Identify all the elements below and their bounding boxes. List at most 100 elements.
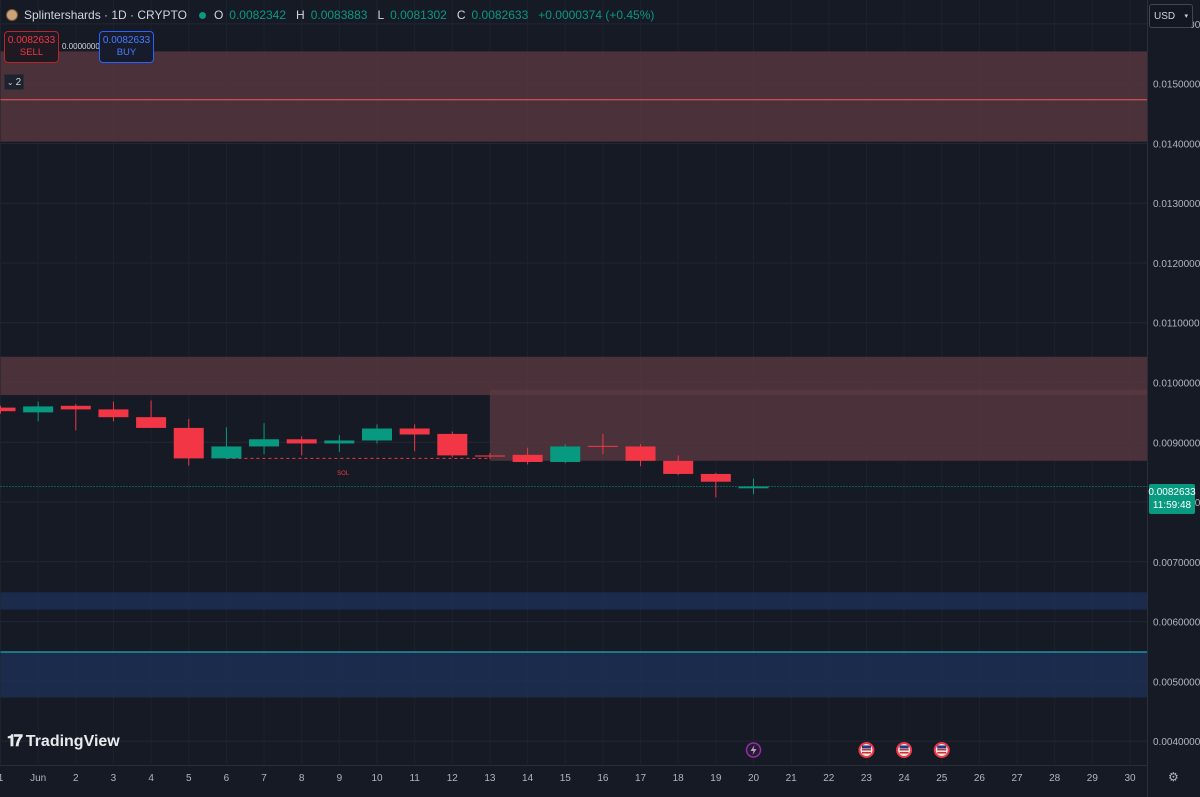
time-tick-label: 20 bbox=[748, 773, 760, 784]
time-tick-label: 14 bbox=[522, 773, 534, 784]
last-price-value: 0.0082633 bbox=[1148, 487, 1196, 498]
demand-zone bbox=[0, 592, 1147, 610]
candle-body bbox=[474, 455, 505, 457]
time-tick-label: 1 bbox=[0, 773, 4, 784]
candle-body bbox=[362, 428, 392, 441]
open-value: 0.0082342 bbox=[229, 8, 287, 22]
price-tick-label: 0.0040000 bbox=[1153, 737, 1200, 748]
candle-body bbox=[211, 446, 242, 459]
candle-body bbox=[98, 409, 129, 418]
flag-canton bbox=[937, 745, 947, 749]
chart-annotation: SOL bbox=[337, 471, 350, 477]
candle-body bbox=[437, 433, 468, 456]
candle-body bbox=[0, 407, 16, 412]
time-tick-label: 3 bbox=[111, 773, 117, 784]
time-tick-label: 19 bbox=[710, 773, 722, 784]
flag-stripe bbox=[861, 749, 871, 751]
time-tick-label: 7 bbox=[261, 773, 267, 784]
time-tick-label: 15 bbox=[560, 773, 572, 784]
price-tick-label: 0.0100000 bbox=[1153, 379, 1200, 390]
time-tick-label: 10 bbox=[371, 773, 383, 784]
demand-zone bbox=[0, 652, 1147, 698]
buy-button[interactable]: 0.0082633 BUY bbox=[99, 31, 154, 63]
candle-body bbox=[60, 405, 91, 410]
bar-countdown: 11:59:48 bbox=[1152, 500, 1192, 511]
flag-canton bbox=[861, 745, 871, 749]
currency-value: USD bbox=[1154, 10, 1176, 22]
time-tick-label: 23 bbox=[861, 773, 873, 784]
candle-body bbox=[700, 473, 731, 482]
supply-zone bbox=[0, 356, 1147, 396]
close-value: 0.0082633 bbox=[471, 8, 529, 22]
price-tick-label: 0.0120000 bbox=[1153, 259, 1200, 270]
candle-body bbox=[663, 460, 694, 474]
sell-button[interactable]: 0.0082633 SELL bbox=[4, 31, 59, 63]
price-chart[interactable]: SOL 0.01600000.01500000.01400000.0130000… bbox=[0, 0, 1200, 797]
tradingview-logo[interactable]: 𝟏𝟕 TradingView bbox=[7, 733, 120, 751]
time-tick-label: 16 bbox=[597, 773, 609, 784]
time-tick-label: 18 bbox=[673, 773, 685, 784]
chevron-down-icon: ⌄ bbox=[6, 77, 14, 87]
flag-stripe bbox=[937, 749, 947, 751]
time-tick-label: 26 bbox=[974, 773, 986, 784]
time-tick-label: 27 bbox=[1011, 773, 1023, 784]
price-tick-label: 0.0070000 bbox=[1153, 558, 1200, 569]
time-tick-label: 11 bbox=[409, 773, 420, 784]
high-label: H bbox=[296, 8, 305, 22]
flag-stripe bbox=[937, 752, 947, 754]
candle-body bbox=[286, 439, 317, 444]
candle-body bbox=[324, 440, 355, 444]
time-tick-label: 13 bbox=[484, 773, 496, 784]
currency-select[interactable]: USD ▾ bbox=[1149, 4, 1193, 28]
time-tick-label: 29 bbox=[1087, 773, 1099, 784]
candle-body bbox=[23, 406, 54, 413]
time-tick-label: 28 bbox=[1049, 773, 1061, 784]
change-value: +0.0000374 (+0.45%) bbox=[538, 8, 655, 22]
time-tick-label: 22 bbox=[823, 773, 835, 784]
low-label: L bbox=[377, 8, 385, 22]
time-tick-label: 17 bbox=[635, 773, 647, 784]
time-tick-label: 5 bbox=[186, 773, 192, 784]
spread-value: 0.0000000 bbox=[62, 42, 100, 51]
time-tick-label: 30 bbox=[1124, 773, 1136, 784]
indicators-count: 2 bbox=[15, 76, 22, 88]
price-tick-label: 0.0050000 bbox=[1153, 677, 1200, 688]
flag-stripe bbox=[899, 752, 909, 754]
candle-body bbox=[738, 486, 769, 489]
time-tick-label: 6 bbox=[224, 773, 230, 784]
supply-zone bbox=[0, 51, 1147, 142]
candle-body bbox=[512, 454, 543, 462]
time-tick-label: 21 bbox=[786, 773, 798, 784]
brand-name: TradingView bbox=[25, 733, 120, 750]
candle-body bbox=[136, 417, 167, 428]
candle-body bbox=[399, 428, 430, 435]
candle-body bbox=[625, 446, 656, 461]
time-tick-label: Jun bbox=[30, 773, 46, 784]
buy-price: 0.0082633 bbox=[102, 35, 151, 46]
supply-zone bbox=[489, 389, 1147, 461]
gear-icon[interactable]: ⚙ bbox=[1168, 770, 1179, 784]
price-tick-label: 0.0060000 bbox=[1153, 618, 1200, 629]
price-tick-label: 0.0140000 bbox=[1153, 139, 1200, 150]
price-tick-label: 0.0150000 bbox=[1153, 80, 1200, 91]
time-tick-label: 24 bbox=[899, 773, 911, 784]
open-label: O bbox=[213, 8, 224, 22]
flag-canton bbox=[899, 745, 909, 749]
market-status-icon bbox=[198, 11, 206, 19]
sell-label: SELL bbox=[19, 47, 44, 58]
coin-logo-icon bbox=[6, 9, 18, 21]
price-tick-label: 0.0090000 bbox=[1153, 438, 1200, 449]
flag-stripe bbox=[899, 749, 909, 751]
symbol-title[interactable]: Splintershards · 1D · CRYPTO bbox=[24, 8, 187, 22]
candle-body bbox=[173, 427, 204, 459]
time-tick-label: 8 bbox=[299, 773, 305, 784]
price-tick-label: 0.0130000 bbox=[1153, 199, 1200, 210]
time-tick-label: 12 bbox=[447, 773, 459, 784]
symbol-header: Splintershards · 1D · CRYPTO O 0.0082342 … bbox=[6, 6, 658, 24]
price-tick-label: 0.0110000 bbox=[1153, 319, 1200, 330]
candle-body bbox=[249, 439, 280, 447]
indicators-toggle[interactable]: ⌄ 2 bbox=[4, 74, 24, 90]
time-tick-label: 9 bbox=[337, 773, 343, 784]
close-label: C bbox=[456, 8, 466, 22]
candle-body bbox=[550, 446, 581, 462]
